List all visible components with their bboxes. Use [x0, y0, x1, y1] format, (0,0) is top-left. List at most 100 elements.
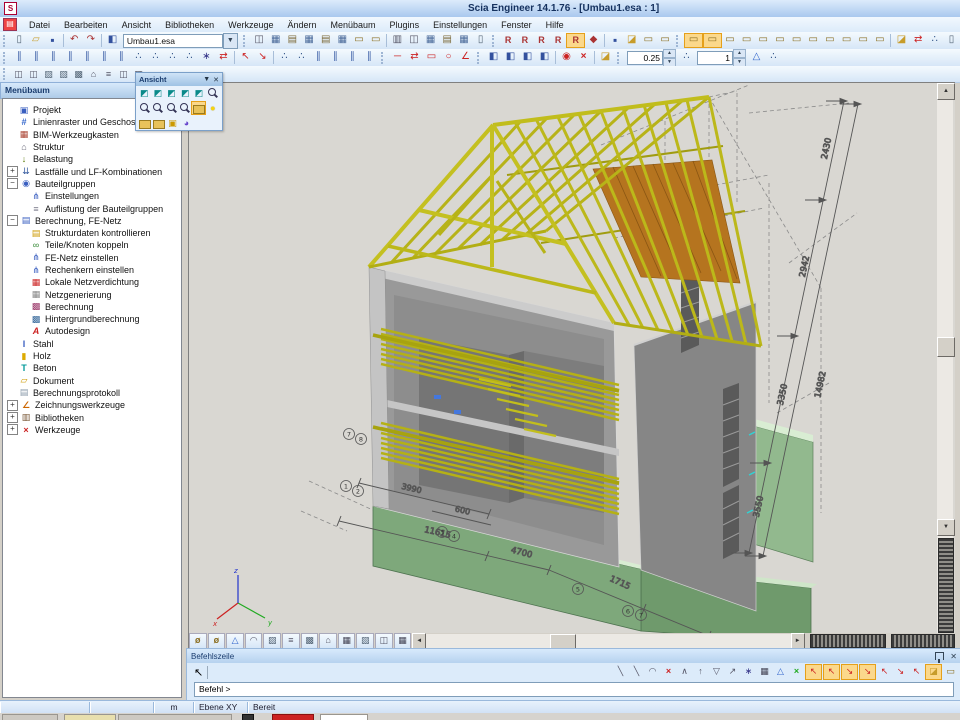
view-flags-icon[interactable]: [367, 33, 384, 48]
view-back-icon[interactable]: [152, 87, 165, 99]
trim-icon[interactable]: [113, 50, 130, 65]
absolute-node-icon[interactable]: [293, 50, 310, 65]
image-icon[interactable]: [422, 33, 439, 48]
tree-item-beton[interactable]: Beton: [18, 362, 181, 374]
tree-item-teile-knoten[interactable]: Teile/Knoten koppeln: [30, 239, 181, 251]
camera-icon[interactable]: [375, 633, 393, 649]
scroll-right-icon[interactable]: ►: [791, 633, 805, 650]
move-icon[interactable]: [11, 50, 28, 65]
command-input[interactable]: Befehl >: [194, 682, 954, 697]
perspective-icon[interactable]: [180, 117, 193, 129]
activity-icon[interactable]: [301, 33, 318, 48]
tree-item-lastfaelle[interactable]: Lastfälle und LF-Kombinationen: [5, 165, 181, 177]
snap-vertical-icon[interactable]: [693, 665, 708, 679]
menu-menuebaum[interactable]: Menübaum: [324, 20, 383, 30]
view-window-2-icon[interactable]: [26, 67, 41, 82]
render-hidden-icon[interactable]: [56, 67, 71, 82]
paste-icon[interactable]: [317, 33, 334, 48]
plate-icon[interactable]: [344, 50, 361, 65]
cursor-snap-icon[interactable]: [254, 50, 271, 65]
selection-value[interactable]: 1: [697, 51, 733, 65]
tree-item-fe-netz[interactable]: FE-Netz einstellen: [30, 252, 181, 264]
visibility-folder-icon[interactable]: [191, 101, 205, 115]
light-icon[interactable]: [207, 102, 219, 114]
scale-value[interactable]: 0.25: [627, 51, 663, 65]
stretch-icon[interactable]: [96, 50, 113, 65]
split-icon[interactable]: [147, 50, 164, 65]
snap-settings-icon[interactable]: [925, 664, 942, 680]
status-plane[interactable]: Ebene XY: [194, 702, 248, 713]
tree-item-auflistung[interactable]: Auflistung der Bauteilgruppen: [30, 202, 181, 214]
clipping-box-icon[interactable]: [189, 633, 207, 649]
view-window-1-icon[interactable]: [11, 67, 26, 82]
menu-bibliotheken[interactable]: Bibliotheken: [158, 20, 221, 30]
draw-line-icon[interactable]: [389, 50, 406, 65]
menu-datei[interactable]: Datei: [22, 20, 57, 30]
close-icon[interactable]: ✕: [950, 652, 957, 661]
zoom-in-icon[interactable]: [138, 102, 150, 114]
layers-icon[interactable]: [284, 33, 301, 48]
tree-item-dokument[interactable]: Dokument: [18, 375, 181, 387]
dot-grid-icon[interactable]: [757, 665, 772, 679]
rotate-slider-horizontal[interactable]: [891, 634, 955, 648]
grid-toggle-icon[interactable]: [338, 633, 356, 649]
background-color-icon[interactable]: [893, 33, 910, 48]
view-front-icon[interactable]: [138, 87, 151, 99]
deselect-icon[interactable]: [533, 33, 550, 48]
snap-plane-icon[interactable]: [709, 665, 724, 679]
snap-node-icon[interactable]: [841, 664, 858, 680]
zoom-window-icon[interactable]: [165, 102, 177, 114]
view-perspective-icon[interactable]: [657, 33, 674, 48]
expand-icon[interactable]: [7, 166, 18, 177]
tree-item-hintergrundberechnung[interactable]: Hintergrundberechnung: [30, 313, 181, 325]
copy-view-icon[interactable]: [502, 50, 519, 65]
scroll-up-icon[interactable]: ▲: [937, 83, 955, 100]
collapse-icon[interactable]: [7, 215, 18, 226]
view-z-icon[interactable]: [226, 633, 244, 649]
texture-icon[interactable]: [356, 633, 374, 649]
status-unit[interactable]: m: [154, 702, 194, 713]
toolbar-grip[interactable]: [243, 35, 249, 47]
menu-plugins[interactable]: Plugins: [383, 20, 427, 30]
collapse-icon[interactable]: [7, 178, 18, 189]
line-grid-snap-icon[interactable]: [773, 665, 788, 679]
cursor-mode-icon[interactable]: ↖: [194, 666, 203, 679]
beam-icon[interactable]: [310, 50, 327, 65]
tree-item-netzgenerierung[interactable]: Netzgenerierung: [30, 288, 181, 300]
tree-item-holz[interactable]: Holz: [18, 350, 181, 362]
storey-level-icon[interactable]: [748, 50, 765, 65]
tree-item-einstellungen[interactable]: Einstellungen: [30, 190, 181, 202]
project-combo-value[interactable]: Umbau1.esa: [123, 34, 223, 48]
select-by-cursor-icon[interactable]: [517, 33, 534, 48]
view-window-3-icon[interactable]: [116, 67, 131, 82]
draw-rectangle-icon[interactable]: [423, 50, 440, 65]
project-window-icon[interactable]: [104, 33, 121, 48]
select-by-property-icon[interactable]: [500, 33, 517, 48]
menu-tree[interactable]: Projekt Linienraster und Geschosse BIM-W…: [2, 98, 182, 698]
explode-icon[interactable]: [198, 50, 215, 65]
menu-hilfe[interactable]: Hilfe: [539, 20, 571, 30]
measure-icon[interactable]: [910, 33, 927, 48]
scroll-left-icon[interactable]: ◄: [412, 633, 426, 650]
render-mode-icon[interactable]: [263, 633, 281, 649]
snap-edge-icon[interactable]: [859, 664, 876, 680]
save-icon[interactable]: [44, 33, 61, 48]
draw-circle-icon[interactable]: [440, 50, 457, 65]
window-layout-11-icon[interactable]: [855, 33, 872, 48]
toolbar-grip[interactable]: [381, 52, 387, 64]
extend-icon[interactable]: [164, 50, 181, 65]
print-icon[interactable]: [389, 33, 406, 48]
clipping-plane-icon[interactable]: [208, 633, 226, 649]
zoom-all-icon[interactable]: [206, 87, 219, 99]
join-icon[interactable]: [130, 50, 147, 65]
window-layout-2-icon[interactable]: [703, 33, 722, 48]
zoom-slider-horizontal[interactable]: [810, 634, 886, 648]
coordinate-info-icon[interactable]: [943, 33, 960, 48]
snap-midpoint-icon[interactable]: [823, 664, 840, 680]
report-icon[interactable]: [472, 33, 489, 48]
tree-item-struktur[interactable]: Struktur: [18, 141, 181, 153]
snap-arc-icon[interactable]: [645, 665, 660, 679]
pin-icon[interactable]: [935, 652, 944, 660]
snap-intersection-icon[interactable]: [789, 665, 804, 679]
visibility-icon[interactable]: [558, 50, 575, 65]
